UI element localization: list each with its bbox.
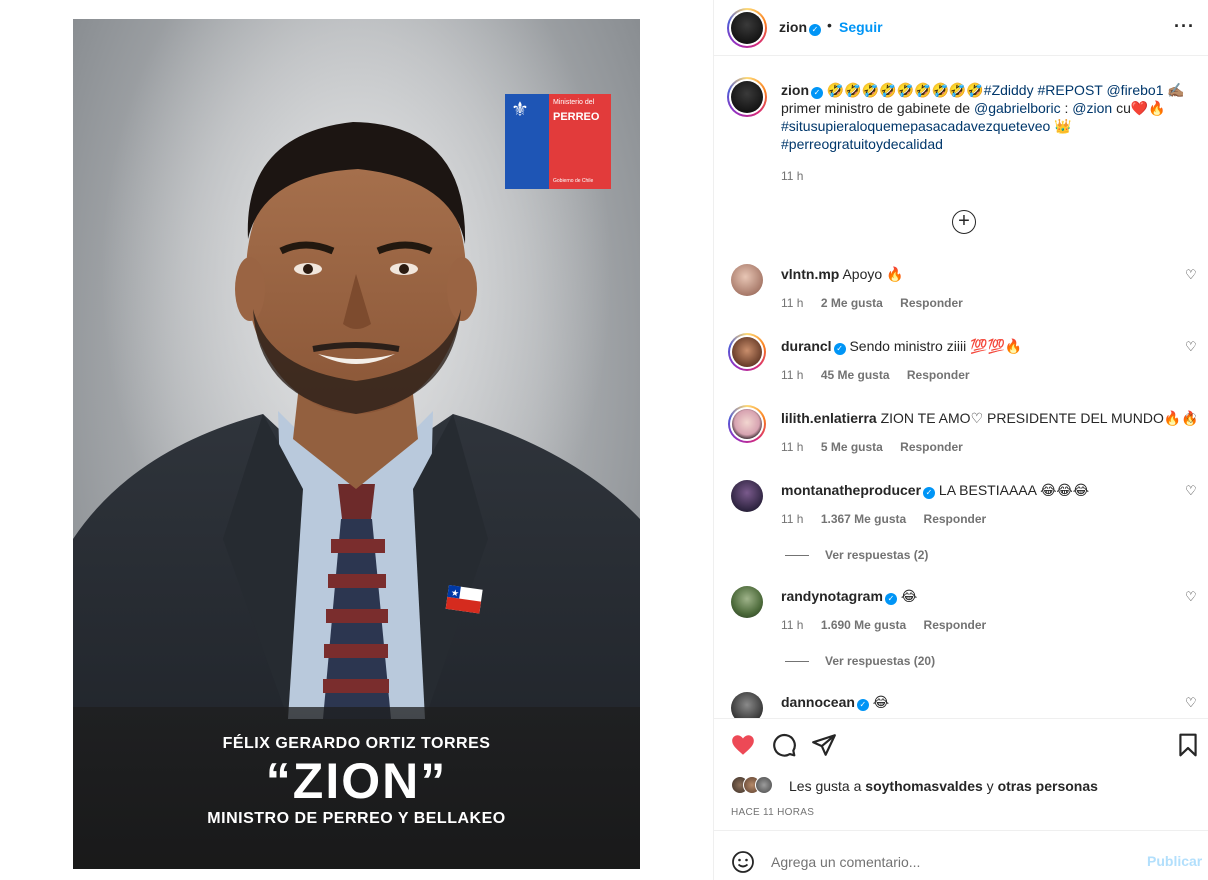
- load-more-comments-icon[interactable]: +: [952, 210, 976, 234]
- comment-likes[interactable]: 1.367 Me gusta: [821, 512, 906, 526]
- comment-text: 😂: [872, 694, 890, 710]
- share-send-icon[interactable]: [811, 732, 837, 758]
- emoji-picker-icon[interactable]: [731, 850, 755, 874]
- comment-username[interactable]: dannocean: [781, 694, 855, 710]
- post-header: zion ✓ • Seguir ···: [714, 0, 1208, 56]
- separator-dot: •: [827, 17, 832, 33]
- likes-others-link[interactable]: otras personas: [998, 778, 1098, 794]
- commenter-avatar[interactable]: [731, 480, 763, 512]
- logo-line-2: PERREO: [553, 111, 600, 123]
- image-caption-alias: “ZION”: [265, 753, 448, 809]
- commenter-avatar[interactable]: [731, 692, 763, 718]
- comment-username[interactable]: durancl: [781, 338, 832, 354]
- comment-time[interactable]: 11 h: [781, 368, 803, 382]
- mention-gabrielboric[interactable]: @gabrielboric: [974, 100, 1061, 116]
- verified-badge-icon: ✓: [809, 24, 821, 36]
- comment-item: durancl ✓ Sendo ministro ziiii 💯💯🔥 11 h 4…: [714, 333, 1208, 396]
- like-heart-icon[interactable]: [730, 732, 756, 758]
- comment-item: vlntn.mp Apoyo 🔥 11 h 2 Me gusta Respond…: [714, 264, 1208, 324]
- comment-like-heart-icon[interactable]: ♡: [1185, 411, 1197, 427]
- comment-item: lilith.enlatierra ZION TE AMO♡ PRESIDENT…: [714, 405, 1208, 468]
- comment-text: 😂: [900, 588, 918, 604]
- image-caption-name: FÉLIX GERARDO ORTIZ TORRES: [222, 735, 491, 752]
- post-timestamp[interactable]: HACE 11 HORAS: [731, 807, 814, 818]
- comment-username[interactable]: montanatheproducer: [781, 482, 921, 498]
- caption-time[interactable]: 11 h: [781, 169, 803, 183]
- comment-username[interactable]: lilith.enlatierra: [781, 410, 877, 426]
- comment-username[interactable]: vlntn.mp: [781, 266, 839, 282]
- comment-likes[interactable]: 45 Me gusta: [821, 368, 890, 382]
- verified-badge-icon: ✓: [923, 487, 936, 499]
- comment-text: LA BESTIAAAA 😂😂😂: [938, 482, 1090, 498]
- comment-time[interactable]: 11 h: [781, 440, 803, 454]
- caption-emoji-write: ✍🏽: [1167, 82, 1185, 98]
- comment-like-heart-icon[interactable]: ♡: [1185, 483, 1197, 499]
- publish-button[interactable]: Publicar: [1147, 853, 1202, 869]
- comment-text: Apoyo 🔥: [842, 266, 904, 282]
- caption-username[interactable]: zion: [781, 82, 809, 98]
- comment-like-heart-icon[interactable]: ♡: [1185, 695, 1197, 711]
- logo-line-1: Ministerio del: [553, 99, 595, 106]
- author-avatar[interactable]: [727, 8, 767, 48]
- post-caption: zion ✓ 🤣🤣🤣🤣🤣🤣🤣🤣🤣#Zdiddy #REPOST @firebo1 …: [781, 82, 1185, 152]
- comment-item: montanatheproducer ✓ LA BESTIAAAA 😂😂😂 11 …: [714, 480, 1208, 540]
- comments-section[interactable]: zion ✓ 🤣🤣🤣🤣🤣🤣🤣🤣🤣#Zdiddy #REPOST @firebo1 …: [714, 57, 1208, 718]
- comment-time[interactable]: 11 h: [781, 618, 803, 632]
- caption-emojis: 🤣🤣🤣🤣🤣🤣🤣🤣🤣: [826, 82, 984, 98]
- comment-like-heart-icon[interactable]: ♡: [1185, 267, 1197, 283]
- add-comment-bar: Publicar: [714, 830, 1208, 880]
- reply-button[interactable]: Responder: [924, 618, 987, 632]
- comment-text: Sendo ministro ziiii 💯💯🔥: [849, 338, 1023, 354]
- comment-likes[interactable]: 1.690 Me gusta: [821, 618, 906, 632]
- caption-avatar[interactable]: [727, 77, 767, 117]
- reply-button[interactable]: Responder: [924, 512, 987, 526]
- mention-zion[interactable]: @zion: [1072, 100, 1112, 116]
- hashtag-perreogratuito[interactable]: #perreogratuitoydecalidad: [781, 136, 943, 152]
- comment-like-heart-icon[interactable]: ♡: [1185, 339, 1197, 355]
- verified-badge-icon: ✓: [833, 343, 846, 355]
- commenter-avatar[interactable]: [728, 333, 766, 371]
- comment-input[interactable]: [771, 852, 1131, 872]
- liker-username[interactable]: soythomasvaldes: [865, 778, 983, 794]
- comment-like-heart-icon[interactable]: ♡: [1185, 589, 1197, 605]
- reply-button[interactable]: Responder: [900, 440, 963, 454]
- follow-button[interactable]: Seguir: [839, 19, 883, 35]
- reply-button[interactable]: Responder: [907, 368, 970, 382]
- comment-item: randynotagram ✓ 😂 11 h 1.690 Me gusta Res…: [714, 586, 1208, 646]
- post-photo[interactable]: ★ ⚜ Ministerio del PERREO Gobierno de Ch…: [73, 19, 640, 869]
- comment-time[interactable]: 11 h: [781, 296, 803, 310]
- coat-of-arms-icon: ⚜: [511, 99, 529, 121]
- commenter-avatar[interactable]: [731, 264, 763, 296]
- verified-badge-icon: ✓: [856, 699, 869, 711]
- svg-text:★: ★: [450, 588, 459, 599]
- verified-badge-icon: ✓: [811, 87, 823, 99]
- logo-line-3: Gobierno de Chile: [553, 178, 594, 184]
- post-side-panel: zion ✓ • Seguir ··· zion ✓ 🤣🤣🤣🤣🤣🤣🤣🤣🤣#Zdidd…: [713, 0, 1208, 880]
- image-caption-role: MINISTRO DE PERREO Y BELLAKEO: [207, 810, 506, 827]
- reply-button[interactable]: Responder: [900, 296, 963, 310]
- more-options-icon[interactable]: ···: [1174, 16, 1195, 37]
- save-bookmark-icon[interactable]: [1175, 732, 1201, 758]
- comment-likes[interactable]: 5 Me gusta: [821, 440, 883, 454]
- likes-summary: Les gusta a soythomasvaldes y otras pers…: [731, 775, 1191, 795]
- commenter-avatar[interactable]: [731, 586, 763, 618]
- author-username[interactable]: zion: [779, 19, 807, 35]
- comment-likes[interactable]: 2 Me gusta: [821, 296, 883, 310]
- hashtag-situsupiera[interactable]: #situsupieraloquemepasacadavezqueteveo: [781, 118, 1050, 134]
- comment-time[interactable]: 11 h: [781, 512, 803, 526]
- view-replies-button[interactable]: Ver respuestas (2): [785, 548, 928, 562]
- comment-bubble-icon[interactable]: [771, 732, 797, 758]
- view-replies-button[interactable]: Ver respuestas (20): [785, 654, 935, 668]
- caption-tags[interactable]: #Zdiddy #REPOST @firebo1: [984, 82, 1164, 98]
- liker-avatar[interactable]: [755, 776, 773, 794]
- caption-text: primer ministro de gabinete de: [781, 100, 971, 116]
- comment-text: ZION TE AMO♡ PRESIDENTE DEL MUNDO🔥🔥: [880, 410, 1199, 426]
- ministry-logo: ⚜ Ministerio del PERREO Gobierno de Chil…: [505, 94, 611, 189]
- verified-badge-icon: ✓: [884, 593, 897, 605]
- post-media: ★ ⚜ Ministerio del PERREO Gobierno de Ch…: [0, 0, 713, 880]
- comment-username[interactable]: randynotagram: [781, 588, 883, 604]
- commenter-avatar[interactable]: [728, 405, 766, 443]
- comment-item: dannocean ✓ 😂 ♡: [714, 692, 1208, 718]
- post-actions: Les gusta a soythomasvaldes y otras pers…: [714, 718, 1208, 830]
